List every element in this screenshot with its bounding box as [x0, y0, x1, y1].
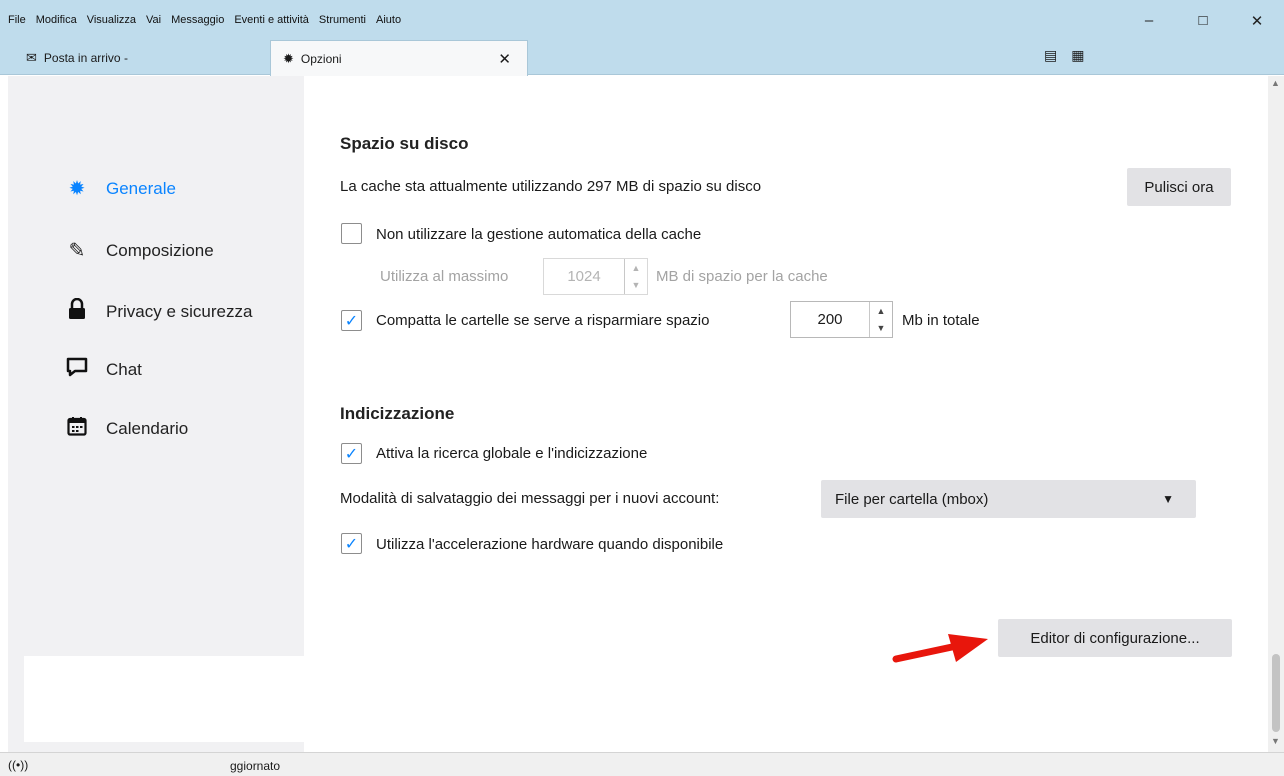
menu-messaggio[interactable]: Messaggio	[171, 14, 224, 30]
max-cache-suffix: MB di spazio per la cache	[656, 268, 828, 285]
menu-vai[interactable]: Vai	[146, 14, 161, 30]
hw-accel-checkbox[interactable]: ✓	[341, 533, 362, 554]
tab-options[interactable]: ✹ Opzioni ✕	[270, 40, 528, 76]
sidebar-item-generale[interactable]: ✹ Generale	[64, 176, 176, 201]
section-title-indexing: Indicizzazione	[340, 404, 455, 423]
sidebar-item-chat[interactable]: Chat	[64, 357, 142, 383]
menu-aiuto[interactable]: Aiuto	[376, 14, 401, 30]
max-cache-label: Utilizza al massimo	[380, 268, 509, 285]
menu-bar: File Modifica Visualizza Vai Messaggio E…	[8, 14, 401, 30]
sidebar-item-privacy[interactable]: Privacy e sicurezza	[64, 297, 253, 326]
stepper-up-icon[interactable]: ▲	[625, 259, 647, 277]
compact-folders-checkbox[interactable]: ✓	[341, 310, 362, 331]
compact-threshold-stepper[interactable]: 200 ▲ ▼	[790, 301, 893, 338]
pencil-icon: ✎	[68, 240, 86, 262]
gear-icon: ✹	[283, 50, 294, 66]
compact-folders-label: Compatta le cartelle se serve a risparmi…	[376, 312, 710, 329]
stepper-up-icon[interactable]: ▲	[870, 302, 892, 320]
sidebar-item-label: Calendario	[106, 419, 189, 438]
gear-icon: ✹	[68, 178, 86, 200]
max-cache-stepper[interactable]: 1024 ▲ ▼	[543, 258, 648, 295]
storage-format-label: Modalità di salvataggio dei messaggi per…	[340, 490, 720, 507]
no-auto-cache-checkbox[interactable]	[341, 223, 362, 244]
tab-inbox[interactable]: ✉ Posta in arrivo -	[14, 40, 264, 75]
menu-strumenti[interactable]: Strumenti	[319, 14, 366, 30]
cache-usage-text: La cache sta attualmente utilizzando 297…	[340, 178, 762, 195]
inbox-icon: ✉	[26, 49, 37, 65]
check-icon: ✓	[344, 445, 359, 463]
tab-options-label: Opzioni	[300, 51, 342, 66]
stepper-down-icon[interactable]: ▼	[625, 277, 647, 295]
status-text: ggiornato	[230, 759, 281, 773]
minimize-button[interactable]: –	[1122, 12, 1176, 30]
storage-format-select[interactable]: File per cartella (mbox) ▼	[821, 480, 1196, 518]
global-search-checkbox[interactable]: ✓	[341, 443, 362, 464]
menu-file[interactable]: File	[8, 14, 26, 30]
scrollbar[interactable]: ▲ ▼	[1268, 76, 1284, 752]
config-editor-button[interactable]: Editor di configurazione...	[998, 619, 1232, 657]
chat-bubble-icon	[64, 357, 90, 383]
menu-visualizza[interactable]: Visualizza	[87, 14, 136, 30]
scroll-down-icon[interactable]: ▼	[1271, 736, 1280, 746]
no-auto-cache-label: Non utilizzare la gestione automatica de…	[376, 226, 702, 243]
online-status-icon[interactable]: ((•))	[8, 758, 28, 772]
tab-inbox-label: Posta in arrivo -	[43, 50, 128, 65]
hw-accel-label: Utilizza l'accelerazione hardware quando…	[376, 536, 724, 553]
window-controls: – □ ✕	[1122, 12, 1284, 30]
compact-threshold-value: 200	[817, 311, 843, 328]
global-search-label: Attiva la ricerca globale e l'indicizzaz…	[376, 445, 648, 462]
stepper-down-icon[interactable]: ▼	[870, 320, 892, 338]
max-cache-value: 1024	[567, 268, 601, 285]
sidebar-item-label: Composizione	[106, 240, 214, 260]
menu-eventi[interactable]: Eventi e attività	[234, 14, 309, 30]
title-bar: File Modifica Visualizza Vai Messaggio E…	[0, 0, 1284, 76]
chevron-down-icon: ▼	[1162, 492, 1174, 506]
menu-modifica[interactable]: Modifica	[36, 14, 77, 30]
toolbar-icons: ▤ ▦	[1044, 47, 1084, 64]
sidebar-item-label: Generale	[106, 178, 176, 198]
calendar-icon	[64, 416, 90, 442]
status-bar: ((•)) ggiornato	[0, 752, 1284, 776]
lock-icon	[64, 297, 90, 326]
clear-cache-button[interactable]: Pulisci ora	[1127, 168, 1231, 206]
storage-format-value: File per cartella (mbox)	[835, 490, 989, 508]
sidebar-item-composizione[interactable]: ✎ Composizione	[64, 238, 214, 263]
sidebar-item-calendario[interactable]: Calendario	[64, 416, 188, 442]
calendar-tab-icon[interactable]: ▦	[1071, 47, 1084, 64]
sidebar-item-label: Privacy e sicurezza	[106, 302, 253, 321]
maximize-button[interactable]: □	[1176, 12, 1230, 30]
tasks-icon[interactable]: ▤	[1044, 47, 1057, 64]
redaction-box	[24, 656, 486, 742]
section-title-disk: Spazio su disco	[340, 134, 469, 153]
tab-close-button[interactable]: ✕	[498, 50, 511, 68]
options-content: Spazio su disco La cache sta attualmente…	[304, 76, 1268, 752]
check-icon: ✓	[344, 312, 359, 330]
options-sidebar: ✹ Generale ✎ Composizione Privacy e sicu…	[8, 76, 304, 752]
scrollbar-thumb[interactable]	[1272, 654, 1280, 732]
compact-threshold-suffix: Mb in totale	[902, 312, 980, 329]
sidebar-item-label: Chat	[106, 360, 142, 379]
red-arrow-annotation	[892, 634, 988, 663]
check-icon: ✓	[344, 535, 359, 553]
scroll-up-icon[interactable]: ▲	[1271, 78, 1280, 88]
close-window-button[interactable]: ✕	[1230, 12, 1284, 30]
